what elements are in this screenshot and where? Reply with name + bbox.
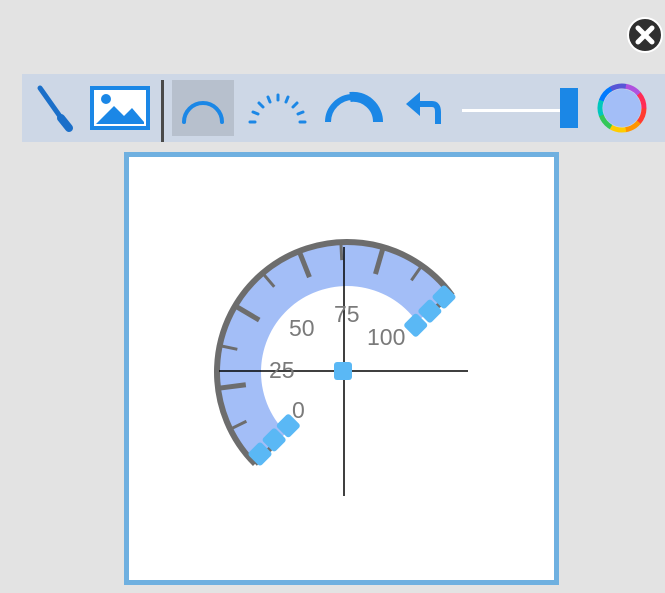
dashed-arc-icon xyxy=(248,93,307,124)
tick-label-100: 100 xyxy=(367,324,405,350)
gauge-canvas[interactable]: 0 25 50 75 100 xyxy=(124,152,559,585)
image-icon xyxy=(90,86,150,130)
tick-label-25: 25 xyxy=(269,357,295,383)
color-wheel-segment xyxy=(609,124,627,133)
slider-thumb[interactable] xyxy=(560,88,578,128)
needle-icon xyxy=(37,85,73,132)
color-wheel-icon xyxy=(597,83,647,133)
needle-tool-button[interactable] xyxy=(26,80,84,136)
close-icon xyxy=(627,17,663,53)
toolbar-separator xyxy=(161,80,164,142)
tick-label-75: 75 xyxy=(334,301,360,327)
arc-tool-button[interactable] xyxy=(172,80,234,136)
slider-track xyxy=(462,109,562,112)
ticks-tool-button[interactable] xyxy=(240,80,310,136)
gauge-arc-band[interactable] xyxy=(217,242,453,464)
gauge-drawing: 0 25 50 75 100 xyxy=(214,239,468,496)
tick-label-50: 50 xyxy=(289,315,315,341)
undo-button[interactable] xyxy=(398,80,450,136)
major-tick xyxy=(217,382,247,391)
undo-icon xyxy=(406,92,441,124)
close-button[interactable] xyxy=(626,16,664,54)
image-tool-button[interactable] xyxy=(88,80,152,136)
size-slider[interactable] xyxy=(462,88,600,128)
minor-tick xyxy=(339,242,344,261)
color-wheel-segment xyxy=(609,83,627,92)
thick-arc-tool-button[interactable] xyxy=(318,80,388,136)
center-handle[interactable] xyxy=(334,362,352,380)
color-picker-button[interactable] xyxy=(594,80,650,136)
arc-icon xyxy=(182,101,224,124)
gauge-toolbar xyxy=(22,74,665,142)
thick-arc-icon xyxy=(325,91,384,123)
color-wheel-segment xyxy=(597,99,604,117)
